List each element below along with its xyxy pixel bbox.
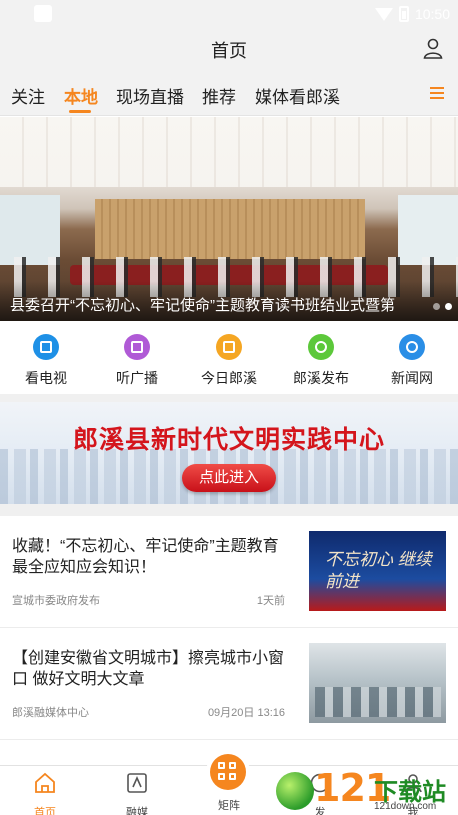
wifi-icon <box>374 7 393 21</box>
list-item[interactable]: 收藏！“不忘初心、牢记使命”主题教育最全应知应会知识！ 宣城市委政府发布 1天前… <box>0 516 458 628</box>
article-title: 收藏！“不忘初心、牢记使命”主题教育最全应知应会知识！ <box>12 538 279 576</box>
promo-banner[interactable]: 郎溪县新时代文明实践中心 点此进入 <box>0 402 458 504</box>
browser-icon <box>399 334 425 360</box>
article-title: 【创建安徽省文明城市】擦亮城市小窗口 做好文明大文章 <box>12 650 285 688</box>
tab-recommend[interactable]: 推荐 <box>202 83 236 108</box>
promo-title: 郎溪县新时代文明实践中心 <box>72 426 385 454</box>
matrix-button[interactable] <box>210 754 246 790</box>
quick-link-release[interactable]: 郎溪发布 <box>281 334 361 388</box>
quick-link-news-web[interactable]: 新闻网 <box>372 334 452 388</box>
article-thumbnail: 不忘初心 继续前进 <box>309 531 446 611</box>
matrix-label: 矩阵 <box>218 800 240 812</box>
thumbnail-text: 不忘初心 继续前进 <box>325 550 432 591</box>
home-icon <box>35 772 55 793</box>
article-source: 宣城市委政府发布 <box>12 595 100 607</box>
active-tab-indicator <box>69 110 91 113</box>
tab-home[interactable]: 首页 <box>15 772 75 815</box>
tab-local[interactable]: 本地 <box>64 83 98 108</box>
battery-icon <box>398 6 409 22</box>
tv-icon <box>33 334 59 360</box>
wechat-icon <box>308 334 334 360</box>
tab-media-langxi[interactable]: 媒体看郎溪 <box>255 83 340 108</box>
watermark-logo-icon <box>276 772 314 810</box>
carousel-dot-active[interactable] <box>445 303 452 310</box>
banner-caption: 县委召开“不忘初心、牢记使命”主题教育读书班结业式暨第 <box>10 297 395 314</box>
page-title: 首页 <box>211 41 247 61</box>
status-icons: 10:50 <box>374 5 450 23</box>
newspaper-icon <box>216 334 242 360</box>
menu-icon[interactable] <box>430 87 444 99</box>
article-source: 郎溪融媒体中心 <box>12 707 89 719</box>
hero-banner[interactable]: 县委召开“不忘初心、牢记使命”主题教育读书班结业式暨第 <box>0 117 458 321</box>
notification-icon <box>34 5 52 22</box>
user-icon[interactable] <box>422 37 444 59</box>
site-watermark: 121 下载站 121down.com <box>276 766 458 815</box>
tab-live[interactable]: 现场直播 <box>116 83 184 108</box>
article-time: 09月20日 13:16 <box>207 707 285 719</box>
header: 首页 <box>0 28 458 70</box>
promo-enter-button[interactable]: 点此进入 <box>182 464 276 492</box>
tab-media[interactable]: 融媒 <box>107 772 167 815</box>
article-time: 1天前 <box>256 595 285 607</box>
quick-link-radio[interactable]: 听广播 <box>97 334 177 388</box>
status-bar: 10:50 <box>0 0 458 28</box>
channel-tabs: 关注 本地 现场直播 推荐 媒体看郎溪 <box>0 70 458 116</box>
carousel-dot[interactable] <box>433 303 440 310</box>
quick-links: 看电视 听广播 今日郎溪 郎溪发布 新闻网 <box>0 322 458 394</box>
carousel-indicator <box>433 303 452 310</box>
article-thumbnail <box>309 643 446 723</box>
status-time: 10:50 <box>414 6 450 22</box>
media-icon <box>127 773 147 793</box>
list-item[interactable]: 【创建安徽省文明城市】擦亮城市小窗口 做好文明大文章 郎溪融媒体中心 09月20… <box>0 628 458 740</box>
radio-icon <box>124 334 150 360</box>
quick-link-tv[interactable]: 看电视 <box>6 334 86 388</box>
tab-follow[interactable]: 关注 <box>11 83 45 108</box>
quick-link-today[interactable]: 今日郎溪 <box>189 334 269 388</box>
matrix-icon <box>218 762 225 769</box>
